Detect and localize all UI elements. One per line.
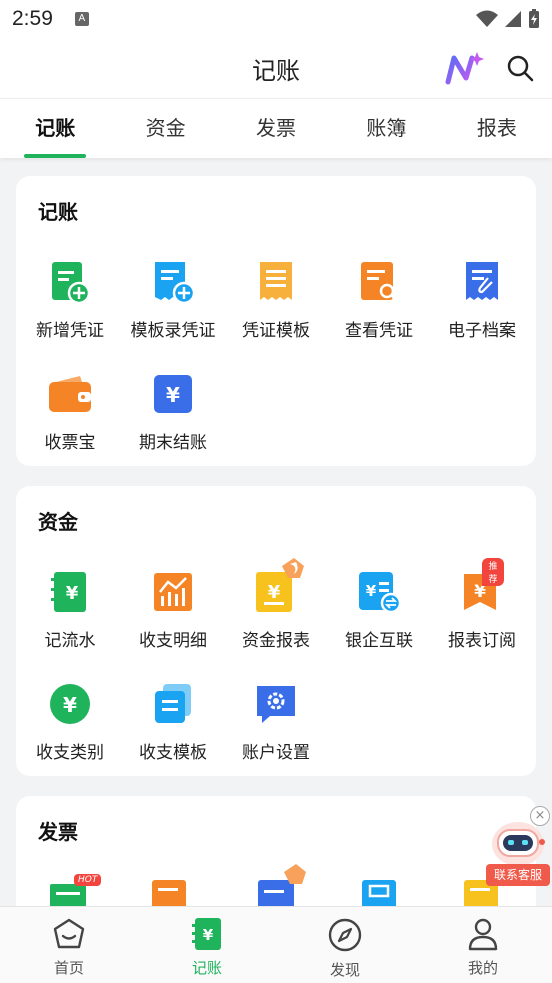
- svg-text:¥: ¥: [66, 583, 79, 604]
- income-template-button[interactable]: 收支模板: [121, 682, 225, 763]
- view-voucher-button[interactable]: 查看凭证: [327, 260, 431, 341]
- item-label: 收票宝: [44, 433, 96, 453]
- section-zijin: 资金 ¥ 记流水 收支明细 ¥ 资金报表 ¥ 银企互联 ¥ 推荐 报表订阅 ¥: [16, 486, 536, 776]
- report-subscribe-icon: ¥ 推荐: [460, 558, 504, 614]
- svg-text:¥: ¥: [203, 926, 214, 944]
- svg-text:¥: ¥: [268, 582, 281, 603]
- section-title: 记账: [38, 200, 78, 224]
- svg-text:¥: ¥: [63, 693, 77, 717]
- income-detail-button[interactable]: 收支明细: [121, 570, 225, 651]
- item-label: 电子档案: [448, 321, 516, 341]
- item-label: 新增凭证: [36, 321, 104, 341]
- status-bar: 2:59 A: [0, 0, 552, 38]
- account-settings-button[interactable]: 账户设置: [224, 682, 328, 763]
- recommend-badge: 推荐: [482, 558, 504, 586]
- item-label: 模板录凭证: [130, 321, 216, 341]
- tab-jizhang[interactable]: 记账: [0, 99, 110, 158]
- category-icon: ¥: [48, 682, 92, 726]
- ledger-icon: ¥: [192, 918, 221, 950]
- battery-icon: [529, 9, 539, 28]
- e-archive-icon: [460, 260, 504, 304]
- item-label: 资金报表: [242, 631, 310, 651]
- income-detail-icon: [151, 570, 195, 614]
- view-voucher-icon: [357, 260, 401, 304]
- new-voucher-icon: [48, 260, 92, 305]
- cashflow-icon: ¥: [48, 570, 92, 614]
- tab-zijin[interactable]: 资金: [110, 99, 220, 158]
- item-label: 账户设置: [242, 743, 310, 763]
- item-label: 收支明细: [139, 631, 207, 651]
- template-voucher-icon: [151, 260, 196, 305]
- home-icon: [53, 918, 85, 949]
- item-label: 查看凭证: [345, 321, 413, 341]
- hot-badge: HOT: [74, 874, 102, 886]
- customer-service-label: 联系客服: [486, 864, 550, 886]
- nav-discover[interactable]: 发现: [276, 907, 414, 983]
- nav-label: 我的: [467, 959, 498, 977]
- title-bar: 记账: [0, 38, 552, 98]
- nav-label: 发现: [329, 961, 360, 979]
- bottom-nav: 首页 ¥ 记账 发现 我的: [0, 906, 552, 983]
- section-title: 发票: [38, 820, 78, 844]
- customer-service-float[interactable]: × 联系客服: [484, 806, 552, 888]
- nav-ledger[interactable]: ¥ 记账: [138, 907, 276, 983]
- report-subscribe-button[interactable]: ¥ 推荐 报表订阅: [430, 558, 534, 651]
- wallet-button[interactable]: 收票宝: [18, 372, 122, 453]
- fund-report-button[interactable]: ¥ 资金报表: [224, 558, 328, 651]
- e-archive-button[interactable]: 电子档案: [430, 260, 534, 341]
- status-icons: [476, 9, 540, 29]
- item-label: 收支类别: [36, 743, 104, 763]
- income-template-icon: [151, 682, 195, 726]
- account-settings-icon: [254, 682, 298, 726]
- nav-label: 首页: [53, 959, 84, 977]
- section-title: 资金: [38, 510, 78, 534]
- item-label: 银企互联: [345, 631, 413, 651]
- tab-zhangbu[interactable]: 账簿: [331, 99, 441, 158]
- svg-text:¥: ¥: [166, 383, 180, 407]
- top-tabs: 记账 资金 发票 账簿 报表: [0, 98, 552, 158]
- closing-icon: ¥: [151, 372, 195, 416]
- notification-icon: A: [74, 12, 89, 26]
- item-label: 报表订阅: [448, 631, 516, 651]
- item-label: 记流水: [44, 631, 96, 651]
- item-label: 期末结账: [139, 433, 207, 453]
- item-label: 收支模板: [139, 743, 207, 763]
- nav-label: 记账: [191, 959, 222, 977]
- fund-report-icon: ¥: [254, 558, 304, 614]
- tab-fapiao[interactable]: 发票: [221, 99, 331, 158]
- voucher-template-button[interactable]: 凭证模板: [224, 260, 328, 341]
- bank-link-button[interactable]: ¥ 银企互联: [327, 570, 431, 651]
- item-label: 凭证模板: [242, 321, 310, 341]
- profile-icon: [468, 918, 498, 951]
- nav-profile[interactable]: 我的: [414, 907, 552, 983]
- cashflow-button[interactable]: ¥ 记流水: [18, 570, 122, 651]
- compass-icon: [328, 918, 362, 952]
- ai-assistant-icon[interactable]: [444, 50, 484, 90]
- nav-home[interactable]: 首页: [0, 907, 138, 983]
- closing-button[interactable]: ¥ 期末结账: [121, 372, 225, 453]
- new-voucher-button[interactable]: 新增凭证: [18, 260, 122, 341]
- voucher-template-icon: [254, 260, 298, 304]
- bank-link-icon: ¥: [357, 570, 402, 614]
- tab-baobiao[interactable]: 报表: [442, 99, 552, 158]
- signal-icon: [505, 11, 521, 27]
- svg-text:¥: ¥: [366, 582, 377, 600]
- search-icon[interactable]: [506, 54, 534, 86]
- status-time: 2:59: [12, 7, 53, 30]
- template-voucher-button[interactable]: 模板录凭证: [121, 260, 225, 341]
- section-jizhang: 记账 新增凭证 模板录凭证 凭证模板 查看凭证 电子档案 收票宝 ¥ 期末结账: [16, 176, 536, 466]
- wifi-icon: [476, 10, 498, 27]
- page-title: 记账: [252, 56, 300, 85]
- category-button[interactable]: ¥ 收支类别: [18, 682, 122, 763]
- wallet-icon: [48, 372, 92, 416]
